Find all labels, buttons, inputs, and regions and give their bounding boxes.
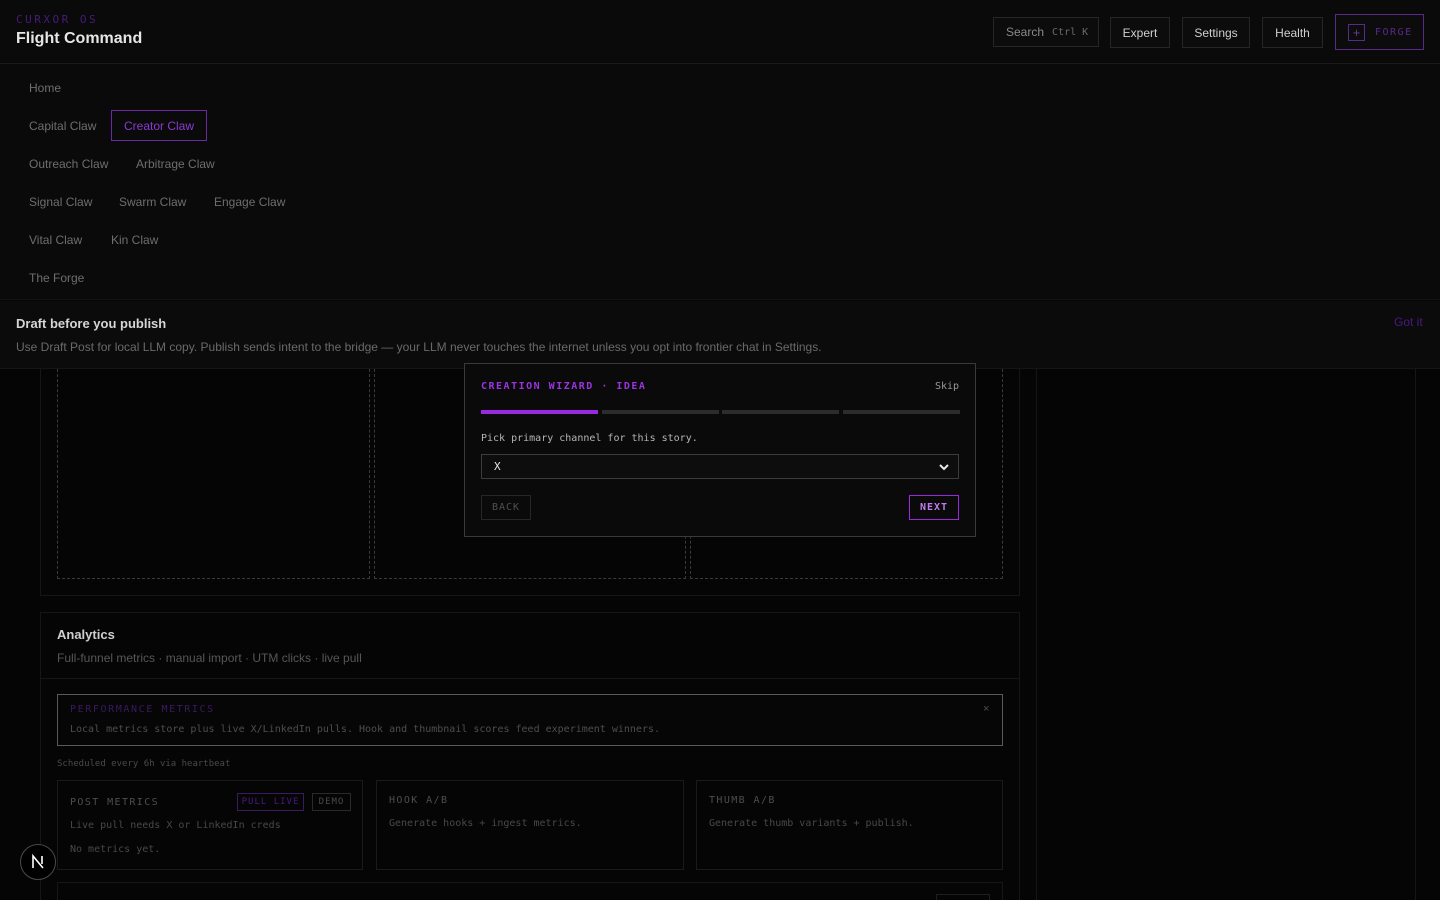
wizard-step-2 <box>602 410 719 414</box>
wizard-step-3 <box>722 410 839 414</box>
nav-item-outreach-claw[interactable]: Outreach Claw <box>29 157 108 171</box>
nav-item-arbitrage-claw[interactable]: Arbitrage Claw <box>136 157 215 171</box>
next-button[interactable]: NEXT <box>909 495 959 520</box>
pull-live-button[interactable]: PULL LIVE <box>237 793 304 811</box>
post-metrics-empty: No metrics yet. <box>70 844 161 855</box>
wizard-title: CREATION WIZARD · IDEA <box>481 381 647 392</box>
claw-nav: Home Capital Claw Creator Claw Outreach … <box>0 64 1440 300</box>
close-icon[interactable]: × <box>983 703 989 715</box>
analytics-subtitle: Full-funnel metrics · manual import · UT… <box>57 651 362 665</box>
settings-button[interactable]: Settings <box>1182 17 1250 48</box>
thumb-ab-title: THUMB A/B <box>709 795 776 806</box>
got-it-button[interactable]: Got it <box>1394 315 1423 329</box>
nav-item-home[interactable]: Home <box>29 81 61 95</box>
performance-metrics-text: Local metrics store plus live X/LinkedIn… <box>70 724 661 735</box>
back-button[interactable]: BACK <box>481 495 531 520</box>
right-column-divider <box>1415 369 1416 900</box>
analytics-title: Analytics <box>57 627 115 642</box>
chip[interactable] <box>936 894 990 900</box>
wizard-prompt: Pick primary channel for this story. <box>481 433 698 444</box>
nav-item-capital-claw[interactable]: Capital Claw <box>29 119 96 133</box>
nav-item-the-forge[interactable]: The Forge <box>29 271 84 285</box>
nextjs-logo-icon[interactable] <box>20 844 56 880</box>
plus-icon: + <box>1348 23 1365 41</box>
draft-tip-banner: Draft before you publish Use Draft Post … <box>0 301 1440 369</box>
nav-item-engage-claw[interactable]: Engage Claw <box>214 195 285 209</box>
forge-button[interactable]: + FORGE <box>1335 14 1424 50</box>
demo-button[interactable]: DEMO <box>312 793 351 811</box>
search-shortcut: Ctrl K <box>1052 26 1089 38</box>
banner-text: Use Draft Post for local LLM copy. Publi… <box>16 340 822 354</box>
performance-metrics-notice <box>57 694 1003 746</box>
wizard-step-4 <box>843 410 960 414</box>
expert-button[interactable]: Expert <box>1110 17 1170 48</box>
draft-slot[interactable] <box>57 369 370 579</box>
post-metrics-note: Live pull needs X or LinkedIn creds <box>70 820 281 831</box>
brand-os-label: CURXOR OS <box>16 13 99 26</box>
forge-label: FORGE <box>1375 26 1413 38</box>
divider <box>40 678 1020 679</box>
app-title: Flight Command <box>16 30 143 47</box>
banner-title: Draft before you publish <box>16 316 167 331</box>
list-item <box>57 882 1003 900</box>
chevron-down-icon <box>938 460 950 478</box>
top-header: CURXOR OS Flight Command Search Ctrl K E… <box>0 0 1440 64</box>
schedule-note: Scheduled every 6h via heartbeat <box>57 759 231 769</box>
nav-item-signal-claw[interactable]: Signal Claw <box>29 195 92 209</box>
channel-select-value: X <box>494 460 501 473</box>
hook-ab-title: HOOK A/B <box>389 795 449 806</box>
nav-item-swarm-claw[interactable]: Swarm Claw <box>119 195 186 209</box>
performance-metrics-title: PERFORMANCE METRICS <box>70 704 215 715</box>
skip-button[interactable]: Skip <box>935 381 959 392</box>
hook-ab-text: Generate hooks + ingest metrics. <box>389 818 582 829</box>
channel-select[interactable]: X <box>481 454 959 479</box>
thumb-ab-text: Generate thumb variants + publish. <box>709 818 914 829</box>
nav-item-kin-claw[interactable]: Kin Claw <box>111 233 158 247</box>
nav-item-creator-claw[interactable]: Creator Claw <box>111 110 208 141</box>
nav-item-vital-claw[interactable]: Vital Claw <box>29 233 82 247</box>
search-label: Search <box>1006 25 1045 39</box>
search-button[interactable]: Search Ctrl K <box>993 17 1099 47</box>
post-metrics-title: POST METRICS <box>70 797 160 808</box>
wizard-step-1 <box>481 410 598 414</box>
health-button[interactable]: Health <box>1262 17 1323 48</box>
